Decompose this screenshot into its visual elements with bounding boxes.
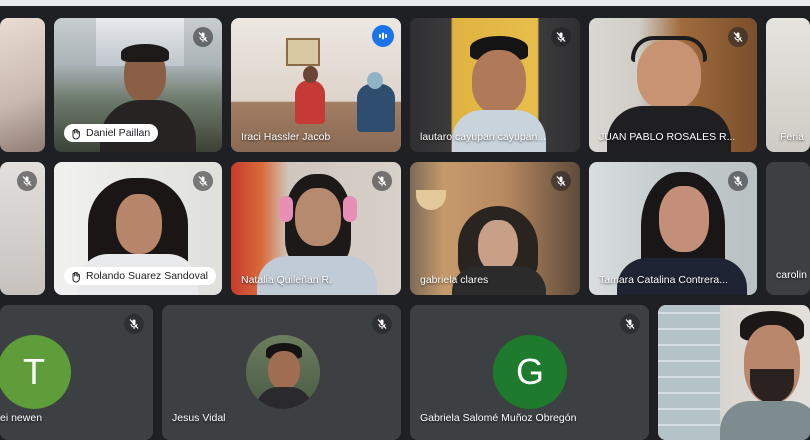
participant-tile-lautaro-cayupan[interactable]: lautaro cayupan cayupan...: [410, 18, 580, 152]
mic-off-icon: [198, 176, 208, 186]
participant-name: Daniel Paillan: [64, 124, 159, 142]
mic-off-indicator: [193, 27, 213, 47]
mic-off-indicator: [551, 27, 571, 47]
participant-video: [0, 18, 45, 152]
participant-name: carolin: [776, 269, 807, 281]
participant-name: Tamara Catalina Contrera...: [599, 274, 728, 286]
participant-tile-tamara-catalina-contreras[interactable]: Tamara Catalina Contrera...: [589, 162, 757, 295]
avatar: G: [493, 335, 567, 409]
mic-off-icon: [556, 176, 566, 186]
participant-tile-gabriela-salome-munoz-obregon[interactable]: G Gabriela Salomé Muñoz Obregón: [410, 305, 649, 440]
mic-off-icon: [377, 176, 387, 186]
raised-hand-icon: [72, 128, 80, 140]
participant-name: Iraci Hassler Jacob: [241, 131, 331, 143]
participant-tile-natalia-quilenan[interactable]: Natalia Quileñan R.: [231, 162, 401, 295]
participant-name: lautaro cayupan cayupan...: [420, 131, 547, 143]
mic-off-indicator: [193, 171, 213, 191]
participant-tile-7[interactable]: [0, 162, 45, 295]
mic-off-icon: [556, 32, 566, 42]
participant-tile-newen[interactable]: T ei newen: [0, 305, 153, 440]
participant-tile-carolin[interactable]: carolin: [766, 162, 810, 295]
participant-name: Rolando Suarez Sandoval: [64, 267, 217, 285]
window-top-strip: [0, 0, 810, 6]
avatar: T: [0, 335, 71, 409]
participant-tile-juan-pablo-rosales[interactable]: JUAN PABLO ROSALES R...: [589, 18, 757, 152]
mic-off-icon: [198, 32, 208, 42]
raised-hand-icon: [72, 271, 80, 283]
participant-name: Gabriela Salomé Muñoz Obregón: [420, 412, 577, 424]
participant-name: Jesus Vidal: [172, 412, 226, 424]
participant-name: Natalia Quileñan R.: [241, 274, 333, 286]
participant-name-text: Rolando Suarez Sandoval: [86, 270, 209, 282]
avatar: [246, 335, 320, 409]
mic-off-icon: [129, 319, 139, 329]
mic-off-icon: [733, 176, 743, 186]
participant-tile-jesus-vidal[interactable]: Jesus Vidal: [162, 305, 401, 440]
mic-off-icon: [733, 32, 743, 42]
participant-video: [658, 305, 810, 440]
mic-off-indicator: [372, 171, 392, 191]
mic-off-indicator: [728, 171, 748, 191]
mic-off-indicator: [551, 171, 571, 191]
speaking-indicator: [372, 25, 394, 47]
mic-off-icon: [22, 176, 32, 186]
mic-off-indicator: [17, 171, 37, 191]
mic-off-icon: [625, 319, 635, 329]
avatar-letter: T: [23, 351, 45, 392]
participant-tile-gabriela-clares[interactable]: gabriela clares: [410, 162, 580, 295]
mic-off-indicator: [372, 314, 392, 334]
participant-tile-feria[interactable]: Feria: [766, 18, 810, 152]
mic-off-indicator: [728, 27, 748, 47]
mic-off-indicator: [124, 314, 144, 334]
participant-tile-daniel-paillan[interactable]: Daniel Paillan: [54, 18, 222, 152]
participant-tile-1[interactable]: [0, 18, 45, 152]
participant-name: gabriela clares: [420, 274, 489, 286]
participant-name: ei newen: [0, 412, 43, 424]
participant-name: Feria: [780, 131, 804, 143]
mic-off-icon: [377, 319, 387, 329]
avatar-letter: G: [515, 351, 544, 392]
participant-tile-rolando-suarez-sandoval[interactable]: Rolando Suarez Sandoval: [54, 162, 222, 295]
audio-level-icon: [379, 32, 387, 40]
participant-name: JUAN PABLO ROSALES R...: [599, 131, 736, 143]
participant-tile-16[interactable]: [658, 305, 810, 440]
mic-off-indicator: [620, 314, 640, 334]
participant-name-text: Daniel Paillan: [86, 127, 151, 139]
participant-tile-iraci-hassler-jacob[interactable]: Iraci Hassler Jacob: [231, 18, 401, 152]
